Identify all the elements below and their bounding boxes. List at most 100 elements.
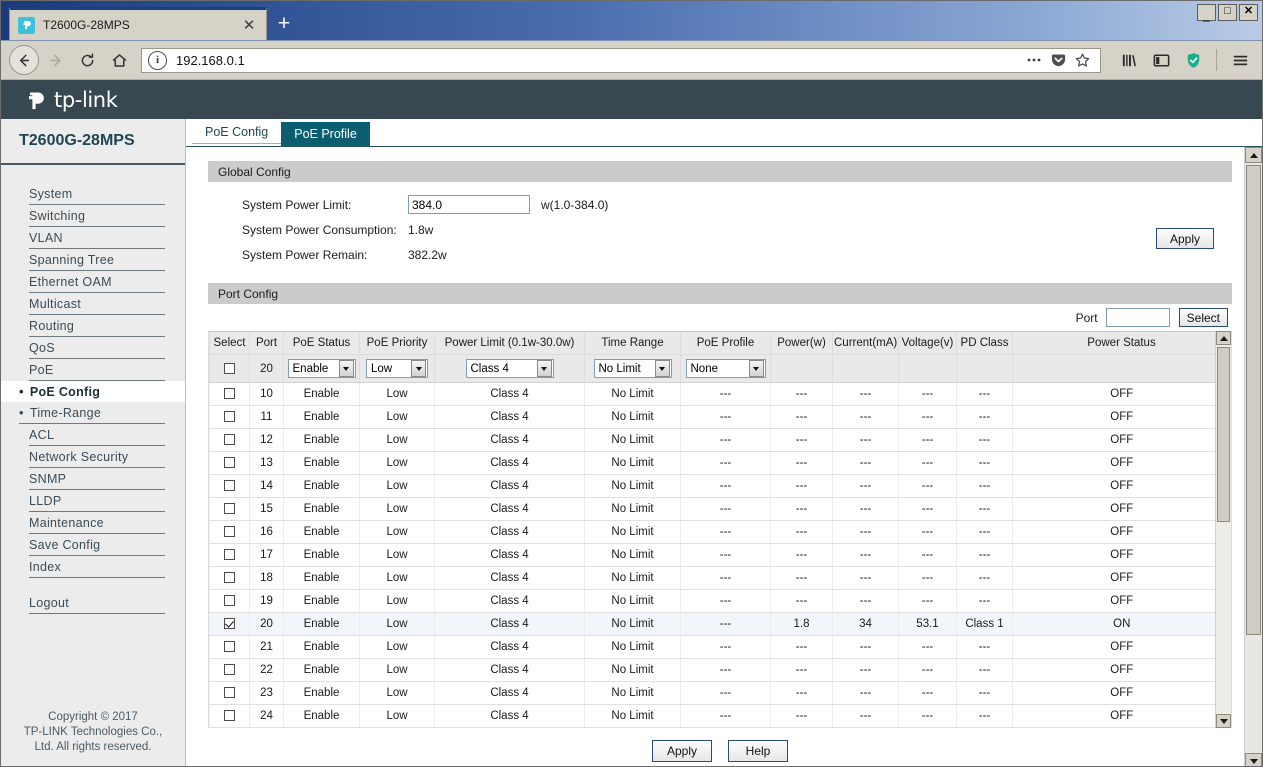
poe-profile-dropdown[interactable]: None: [685, 359, 766, 378]
page-actions-icon[interactable]: [1022, 51, 1046, 69]
row-select-cell[interactable]: [209, 497, 250, 521]
sidebar-item-snmp[interactable]: SNMP: [29, 468, 165, 490]
row-checkbox[interactable]: [224, 434, 235, 446]
address-bar[interactable]: i 192.168.0.1: [141, 47, 1101, 73]
table-row[interactable]: 22 Enable Low Class 4 No Limit --- --- --- --- --…: [209, 658, 1231, 682]
table-scroll-up-button[interactable]: [1216, 331, 1231, 345]
sidebar-toggle-icon[interactable]: [1147, 46, 1175, 74]
browser-tab[interactable]: T2600G-28MPS ✕: [9, 7, 267, 40]
shield-security-icon[interactable]: [1179, 46, 1207, 74]
row-select-cell[interactable]: [209, 543, 250, 567]
sidebar-item-maintenance[interactable]: Maintenance: [29, 512, 165, 534]
tab-poe-config[interactable]: PoE Config: [192, 120, 282, 144]
row-checkbox[interactable]: [224, 687, 235, 699]
row-select-cell[interactable]: [209, 405, 250, 429]
bookmark-star-icon[interactable]: [1070, 52, 1094, 69]
page-scroll-down-button[interactable]: [1245, 753, 1262, 766]
sidebar-item-qos[interactable]: QoS: [29, 337, 165, 359]
pocket-icon[interactable]: [1046, 52, 1070, 69]
table-row[interactable]: 18 Enable Low Class 4 No Limit --- --- --- --- --…: [209, 566, 1231, 590]
row-select-cell[interactable]: [209, 704, 250, 728]
window-maximize-button[interactable]: □: [1218, 4, 1237, 21]
tab-poe-profile[interactable]: PoE Profile: [281, 122, 370, 146]
sidebar-item-switching[interactable]: Switching: [29, 205, 165, 227]
window-close-button[interactable]: ✕: [1239, 4, 1258, 21]
tab-close-icon[interactable]: ✕: [240, 18, 258, 33]
row-select-cell[interactable]: [209, 635, 250, 659]
row-checkbox[interactable]: [224, 388, 235, 400]
table-row[interactable]: 10 Enable Low Class 4 No Limit --- --- --- --- --…: [209, 382, 1231, 406]
row-select-cell[interactable]: [209, 658, 250, 682]
table-scroll-down-button[interactable]: [1216, 714, 1231, 728]
row-checkbox[interactable]: [224, 526, 235, 538]
row-select-cell[interactable]: [209, 428, 250, 452]
sidebar-item-network-security[interactable]: Network Security: [29, 446, 165, 468]
sidebar-item-spanning-tree[interactable]: Spanning Tree: [29, 249, 165, 271]
sidebar-item-poe-config[interactable]: • PoE Config: [1, 381, 185, 402]
edit-row-checkbox[interactable]: [224, 362, 235, 374]
table-row[interactable]: 11 Enable Low Class 4 No Limit --- --- --- --- --…: [209, 405, 1231, 429]
sidebar-item-index[interactable]: Index: [29, 556, 165, 578]
help-button[interactable]: Help: [728, 740, 788, 762]
edit-poe-profile-cell[interactable]: None: [680, 354, 771, 383]
power-limit-dropdown[interactable]: Class 4: [465, 359, 554, 378]
row-checkbox[interactable]: [224, 710, 235, 722]
library-icon[interactable]: [1115, 46, 1143, 74]
row-checkbox[interactable]: [224, 480, 235, 492]
table-row[interactable]: 14 Enable Low Class 4 No Limit --- --- --- --- --…: [209, 474, 1231, 498]
row-checkbox[interactable]: [224, 595, 235, 607]
table-scroll-track[interactable]: [1216, 345, 1231, 714]
apply-button[interactable]: Apply: [652, 740, 712, 762]
table-scroll-thumb[interactable]: [1217, 347, 1230, 522]
row-checkbox[interactable]: [224, 618, 235, 630]
row-checkbox[interactable]: [224, 641, 235, 653]
system-power-limit-input[interactable]: [408, 195, 530, 214]
page-scroll-up-button[interactable]: [1245, 147, 1262, 163]
row-select-cell[interactable]: [209, 566, 250, 590]
row-select-cell[interactable]: [209, 681, 250, 705]
edit-poe-priority-cell[interactable]: Low: [359, 354, 435, 383]
site-info-icon[interactable]: i: [148, 50, 167, 70]
table-row[interactable]: 17 Enable Low Class 4 No Limit --- --- --- --- --…: [209, 543, 1231, 567]
table-row[interactable]: 24 Enable Low Class 4 No Limit --- --- --- --- --…: [209, 704, 1231, 728]
edit-time-range-cell[interactable]: No Limit: [584, 354, 681, 383]
sidebar-item-logout[interactable]: Logout: [29, 592, 165, 614]
edit-power-limit-cell[interactable]: Class 4: [434, 354, 585, 383]
sidebar-item-time-range[interactable]: • Time-Range: [19, 402, 165, 424]
reload-button[interactable]: [71, 45, 103, 75]
port-select-button[interactable]: Select: [1178, 308, 1228, 327]
sidebar-item-ethernet-oam[interactable]: Ethernet OAM: [29, 271, 165, 293]
page-scrollbar[interactable]: [1244, 147, 1262, 766]
poe-priority-dropdown[interactable]: Low: [366, 359, 428, 378]
sidebar-item-vlan[interactable]: VLAN: [29, 227, 165, 249]
sidebar-item-system[interactable]: System: [29, 183, 165, 205]
edit-poe-status-cell[interactable]: Enable: [283, 354, 360, 383]
edit-select-cell[interactable]: [209, 354, 250, 383]
sidebar-item-acl[interactable]: ACL: [29, 424, 165, 446]
row-checkbox[interactable]: [224, 664, 235, 676]
time-range-dropdown[interactable]: No Limit: [593, 359, 672, 378]
table-row[interactable]: 13 Enable Low Class 4 No Limit --- --- --- --- --…: [209, 451, 1231, 475]
sidebar-item-lldp[interactable]: LLDP: [29, 490, 165, 512]
table-row[interactable]: 23 Enable Low Class 4 No Limit --- --- --- --- --…: [209, 681, 1231, 705]
page-scroll-track[interactable]: [1245, 163, 1262, 753]
row-checkbox[interactable]: [224, 549, 235, 561]
table-row[interactable]: 16 Enable Low Class 4 No Limit --- --- --- --- --…: [209, 520, 1231, 544]
back-button[interactable]: [9, 45, 39, 75]
page-scroll-thumb[interactable]: [1246, 165, 1261, 635]
forward-button[interactable]: [39, 45, 71, 75]
table-row[interactable]: 15 Enable Low Class 4 No Limit --- --- --- --- --…: [209, 497, 1231, 521]
table-scrollbar[interactable]: [1215, 331, 1231, 728]
row-select-cell[interactable]: [209, 451, 250, 475]
row-select-cell[interactable]: [209, 474, 250, 498]
sidebar-item-poe[interactable]: PoE: [29, 359, 165, 381]
row-select-cell[interactable]: [209, 520, 250, 544]
row-checkbox[interactable]: [224, 457, 235, 469]
port-search-input[interactable]: [1105, 308, 1170, 327]
home-button[interactable]: [103, 45, 135, 75]
window-minimize-button[interactable]: _: [1197, 4, 1216, 21]
global-apply-button[interactable]: Apply: [1156, 228, 1214, 249]
row-select-cell[interactable]: [209, 589, 250, 613]
table-row[interactable]: 21 Enable Low Class 4 No Limit --- --- --- --- --…: [209, 635, 1231, 659]
row-checkbox[interactable]: [224, 503, 235, 515]
